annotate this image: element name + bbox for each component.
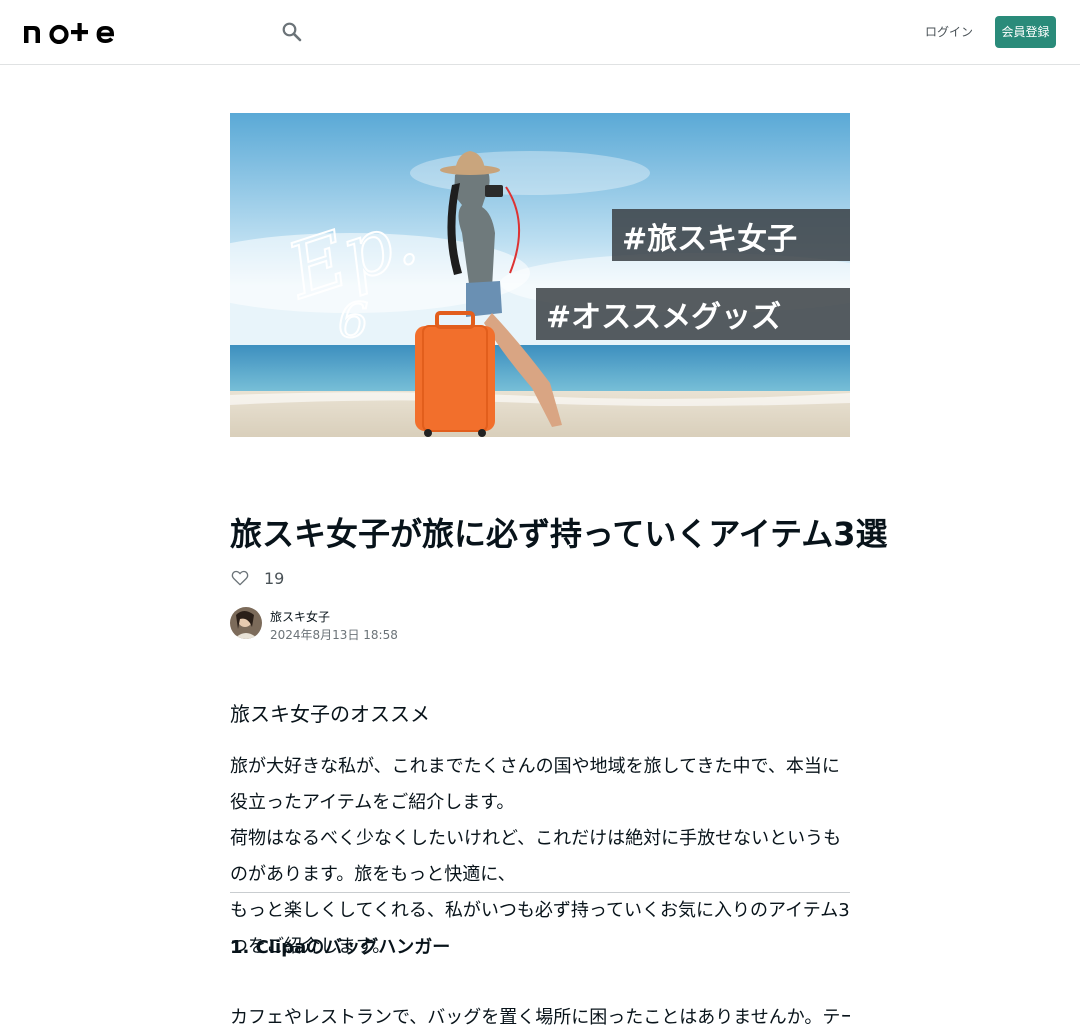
item-1-paragraph: カフェやレストランで、バッグを置く場所に困ったことはありませんか。テーブルに引っ… [230, 1007, 850, 1028]
publish-date: 2024年8月13日 18:58 [270, 628, 398, 642]
like-count: 19 [264, 568, 285, 588]
signup-button[interactable]: 会員登録 [995, 16, 1056, 48]
site-header: ログイン 会員登録 [0, 0, 1080, 65]
author-name[interactable]: 旅スキ女子 [270, 608, 330, 625]
hero-tag-2: #オススメグッズ [546, 300, 781, 335]
section-divider [230, 892, 850, 893]
intro-heading: 旅スキ女子のオススメ [230, 702, 430, 726]
hero-episode-number: 6 [338, 293, 369, 349]
search-button[interactable] [280, 20, 304, 44]
intro-paragraph: 旅が大好きな私が、これまでたくさんの国や地域を旅してきた中で、本当に役立ったアイ… [230, 756, 850, 957]
author-avatar[interactable] [230, 607, 262, 639]
search-icon [282, 22, 302, 42]
like-button[interactable]: 19 [230, 566, 284, 590]
login-link[interactable]: ログイン [924, 22, 974, 42]
hero-tag-1: #旅スキ女子 [622, 222, 797, 257]
heart-icon [231, 570, 249, 586]
article-title: 旅スキ女子が旅に必ず持っていくアイテム3選 [230, 515, 888, 553]
item-1-heading: 1. Clipaのバッグハンガー [230, 937, 451, 958]
hero-image: Ep. 6 #旅スキ女子 #オススメグッズ [230, 113, 850, 437]
note-logo[interactable] [24, 20, 124, 45]
